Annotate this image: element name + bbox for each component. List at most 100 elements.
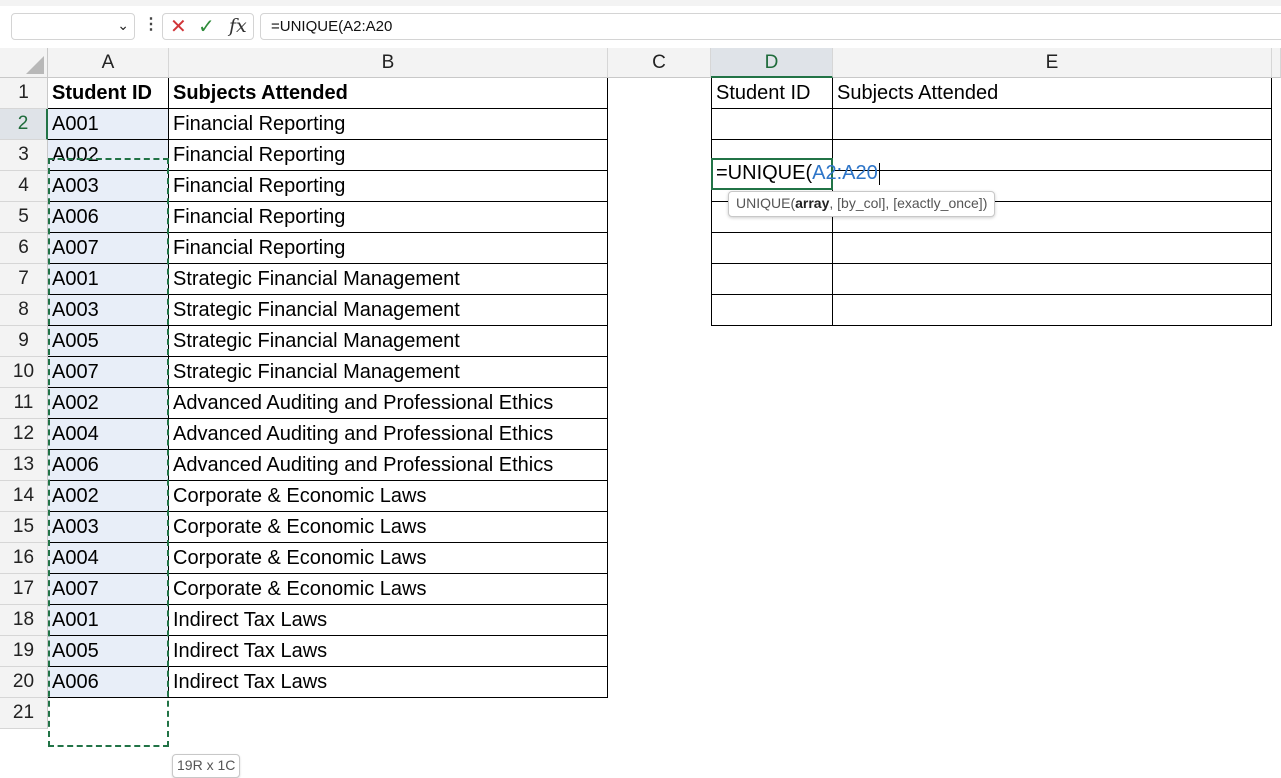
formula-prefix: =UNIQUE( — [716, 162, 813, 184]
student-id-cell[interactable]: A004 — [48, 419, 169, 450]
subject-cell[interactable]: Indirect Tax Laws — [169, 605, 608, 636]
row-header-6[interactable]: 6 — [0, 233, 48, 264]
name-box[interactable]: ⌄ — [11, 13, 135, 40]
insert-function-icon[interactable]: fx — [229, 14, 247, 38]
active-cell-d2[interactable]: =UNIQUE(A2:A20 — [711, 158, 880, 190]
subject-cell[interactable]: Strategic Financial Management — [169, 295, 608, 326]
row-header-21[interactable]: 21 — [0, 698, 48, 729]
student-id-cell[interactable]: A001 — [48, 605, 169, 636]
row-header-17[interactable]: 17 — [0, 574, 48, 605]
student-id-cell[interactable]: A007 — [48, 357, 169, 388]
row-header-2[interactable]: 2 — [0, 109, 48, 140]
select-all-button[interactable] — [0, 48, 48, 78]
result-subject-cell[interactable] — [833, 140, 1272, 171]
tooltip-rest: , [by_col], [exactly_once]) — [829, 195, 988, 211]
column-header-e[interactable]: E — [833, 48, 1272, 78]
ribbon-edge — [0, 0, 1281, 6]
column-header-b[interactable]: B — [169, 48, 608, 78]
student-id-cell[interactable]: A006 — [48, 667, 169, 698]
student-id-cell[interactable]: A006 — [48, 202, 169, 233]
subject-cell[interactable]: Indirect Tax Laws — [169, 667, 608, 698]
subject-cell[interactable]: Financial Reporting — [169, 140, 608, 171]
tooltip-arg-array[interactable]: array — [795, 195, 829, 211]
row-header-3[interactable]: 3 — [0, 140, 48, 171]
row-header-1[interactable]: 1 — [0, 78, 48, 109]
formula-input[interactable]: =UNIQUE(A2:A20 — [260, 13, 1281, 40]
chevron-down-icon[interactable]: ⌄ — [117, 17, 129, 34]
table-header-student-id[interactable]: Student ID — [48, 78, 169, 109]
table-header-subjects[interactable]: Subjects Attended — [169, 78, 608, 109]
row-header-9[interactable]: 9 — [0, 326, 48, 357]
student-id-cell[interactable]: A005 — [48, 326, 169, 357]
result-student-id-cell[interactable] — [711, 109, 833, 140]
select-all-triangle-icon — [26, 56, 44, 74]
subject-cell[interactable]: Strategic Financial Management — [169, 326, 608, 357]
result-student-id-cell[interactable] — [711, 295, 833, 326]
row-header-18[interactable]: 18 — [0, 605, 48, 636]
subject-cell[interactable]: Advanced Auditing and Professional Ethic… — [169, 450, 608, 481]
student-id-cell[interactable]: A003 — [48, 512, 169, 543]
student-id-cell[interactable]: A001 — [48, 264, 169, 295]
row-header-8[interactable]: 8 — [0, 295, 48, 326]
subject-cell[interactable]: Financial Reporting — [169, 233, 608, 264]
spreadsheet-grid[interactable]: A B C D E 1 2 3 4 5 6 7 8 9 10 11 12 13 14 15 16 17 18 19 2… — [0, 48, 1281, 778]
row-header-11[interactable]: 11 — [0, 388, 48, 419]
subject-cell[interactable]: Corporate & Economic Laws — [169, 574, 608, 605]
column-header-d[interactable]: D — [711, 48, 833, 78]
subject-cell[interactable]: Corporate & Economic Laws — [169, 481, 608, 512]
subject-cell[interactable]: Advanced Auditing and Professional Ethic… — [169, 388, 608, 419]
student-id-cell[interactable]: A002 — [48, 140, 169, 171]
selection-size-tip: 19R x 1C — [172, 754, 241, 778]
subject-cell[interactable]: Financial Reporting — [169, 171, 608, 202]
more-options-icon[interactable]: ⋮ — [143, 14, 159, 34]
row-header-4[interactable]: 4 — [0, 171, 48, 202]
formula-bar: ⌄ ⋮ ✕ ✓ fx =UNIQUE(A2:A20 — [0, 0, 1281, 48]
row-header-15[interactable]: 15 — [0, 512, 48, 543]
result-subject-cell[interactable] — [833, 264, 1272, 295]
formula-range-reference: A2:A20 — [812, 162, 878, 184]
student-id-cell[interactable]: A002 — [48, 388, 169, 419]
row-header-14[interactable]: 14 — [0, 481, 48, 512]
column-header-f[interactable] — [1272, 48, 1281, 78]
subject-cell[interactable]: Corporate & Economic Laws — [169, 512, 608, 543]
subject-cell[interactable]: Advanced Auditing and Professional Ethic… — [169, 419, 608, 450]
row-header-12[interactable]: 12 — [0, 419, 48, 450]
subject-cell[interactable]: Strategic Financial Management — [169, 264, 608, 295]
formula-buttons: ✕ ✓ fx — [162, 13, 254, 40]
student-id-cell[interactable]: A001 — [48, 109, 169, 140]
row-header-7[interactable]: 7 — [0, 264, 48, 295]
subject-cell[interactable]: Corporate & Economic Laws — [169, 543, 608, 574]
subject-cell[interactable]: Strategic Financial Management — [169, 357, 608, 388]
student-id-cell[interactable]: A006 — [48, 450, 169, 481]
function-tooltip[interactable]: UNIQUE(array, [by_col], [exactly_once]) — [728, 191, 996, 217]
result-subject-cell[interactable] — [833, 233, 1272, 264]
column-header-a[interactable]: A — [48, 48, 169, 78]
result-student-id-cell[interactable] — [711, 233, 833, 264]
row-header-16[interactable]: 16 — [0, 543, 48, 574]
tooltip-function: UNIQUE( — [736, 195, 796, 211]
subject-cell[interactable]: Indirect Tax Laws — [169, 636, 608, 667]
column-header-c[interactable]: C — [608, 48, 711, 78]
student-id-cell[interactable]: A002 — [48, 481, 169, 512]
result-subject-cell[interactable] — [833, 295, 1272, 326]
subject-cell[interactable]: Financial Reporting — [169, 109, 608, 140]
student-id-cell[interactable]: A007 — [48, 233, 169, 264]
student-id-cell[interactable]: A004 — [48, 543, 169, 574]
result-subject-cell[interactable] — [833, 109, 1272, 140]
row-header-10[interactable]: 10 — [0, 357, 48, 388]
student-id-cell[interactable]: A007 — [48, 574, 169, 605]
row-header-20[interactable]: 20 — [0, 667, 48, 698]
student-id-cell[interactable]: A003 — [48, 171, 169, 202]
student-id-cell[interactable]: A003 — [48, 295, 169, 326]
text-caret — [878, 162, 880, 185]
result-header-student-id[interactable]: Student ID — [711, 78, 833, 109]
result-header-subjects[interactable]: Subjects Attended — [833, 78, 1272, 109]
student-id-cell[interactable]: A005 — [48, 636, 169, 667]
enter-icon[interactable]: ✓ — [198, 15, 215, 39]
row-header-5[interactable]: 5 — [0, 202, 48, 233]
cancel-icon[interactable]: ✕ — [170, 15, 187, 39]
row-header-13[interactable]: 13 — [0, 450, 48, 481]
result-student-id-cell[interactable] — [711, 264, 833, 295]
row-header-19[interactable]: 19 — [0, 636, 48, 667]
subject-cell[interactable]: Financial Reporting — [169, 202, 608, 233]
